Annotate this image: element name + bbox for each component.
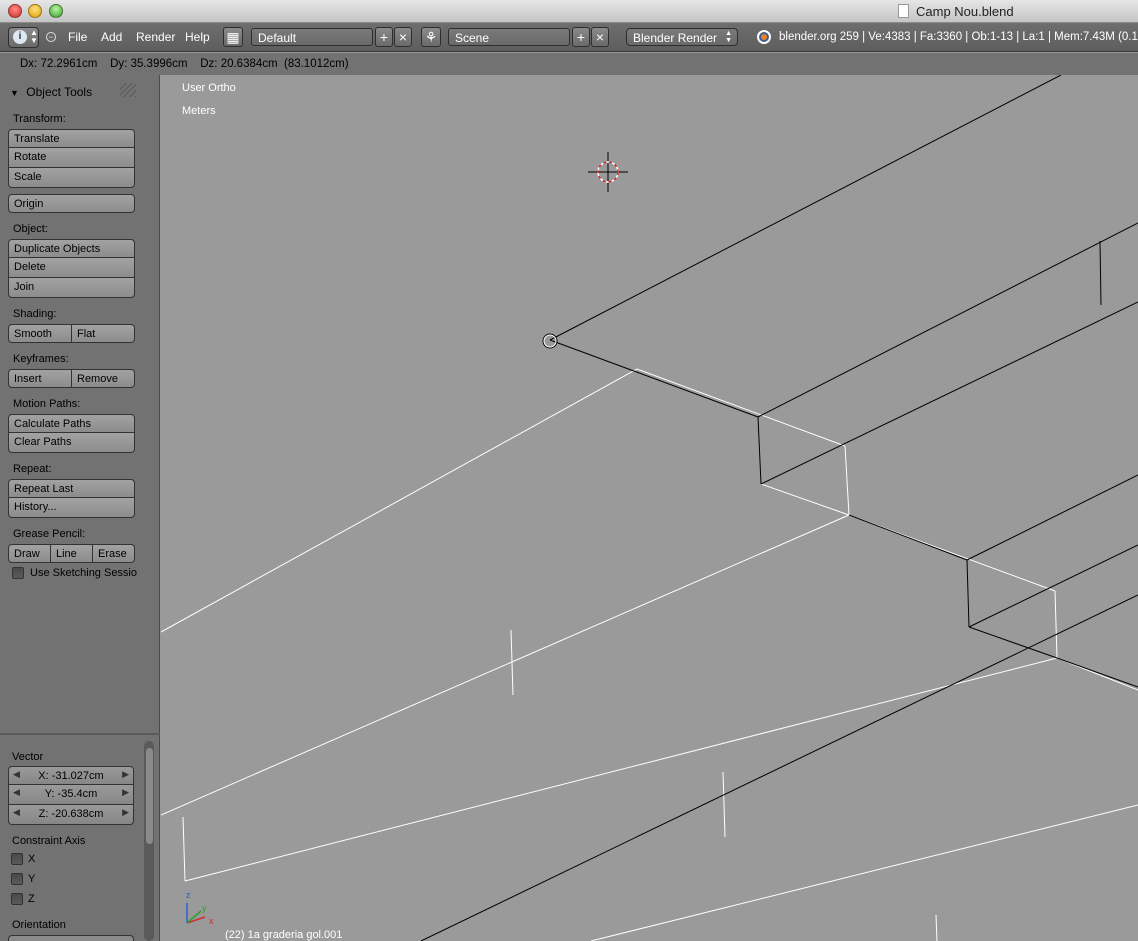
use-sketching-checkbox[interactable] (12, 567, 24, 579)
view-name: User Ortho (182, 82, 236, 94)
remove-keyframe-button[interactable]: Remove (72, 369, 135, 388)
flat-button[interactable]: Flat (72, 324, 135, 343)
increment-arrow-icon[interactable]: ▶ (122, 769, 129, 780)
operator-status-bar: Dx: 72.2961cm Dy: 35.3996cm Dz: 20.6384c… (0, 53, 1138, 75)
axis-y-label: y (202, 903, 207, 913)
grease-pencil-row: Draw Line Erase (8, 544, 135, 563)
vector-z-field[interactable]: ◀ Z: -20.638cm ▶ (8, 805, 134, 825)
delete-scene-icon[interactable]: × (591, 27, 609, 47)
panel-drag-handle-icon[interactable] (120, 83, 136, 97)
draw-button[interactable]: Draw (8, 544, 51, 563)
constraint-x-checkbox[interactable] (11, 853, 23, 865)
join-button[interactable]: Join (8, 278, 135, 298)
insert-keyframe-button[interactable]: Insert (8, 369, 72, 388)
panel-scrollbar-thumb[interactable] (146, 748, 153, 844)
decrement-arrow-icon[interactable]: ◀ (13, 807, 20, 818)
menu-render[interactable]: Render (136, 30, 175, 44)
constraint-y-checkbox[interactable] (11, 873, 23, 885)
editor-type-selector[interactable]: i ▲ ▼ (8, 27, 39, 48)
tool-shelf: ▼ Object Tools Transform: Translate Rota… (0, 75, 160, 941)
panel-separator (0, 733, 160, 735)
render-engine-dropdown[interactable]: Blender Render ▲ ▼ (626, 28, 738, 46)
delete-button[interactable]: Delete (8, 258, 135, 278)
constraint-x-label: X (28, 853, 36, 865)
constraint-z-label: Z (28, 893, 35, 905)
render-engine-label: Blender Render (633, 31, 718, 45)
orientation-dropdown[interactable] (8, 935, 134, 941)
blender-logo-icon (757, 30, 771, 44)
scene-icon[interactable]: ⚘ (421, 27, 441, 47)
scale-button[interactable]: Scale (8, 168, 135, 188)
axis-x-label: x (209, 916, 214, 926)
wireframe-mesh (161, 75, 1138, 941)
add-screen-icon[interactable]: + (375, 27, 393, 47)
info-icon: i (13, 30, 27, 44)
clear-paths-button[interactable]: Clear Paths (8, 433, 135, 453)
shading-label: Shading: (13, 308, 57, 320)
vector-y-field[interactable]: ◀ Y: -35.4cm ▶ (8, 785, 134, 805)
constraint-z-checkbox[interactable] (11, 893, 23, 905)
vector-z-value: Z: -20.638cm (38, 808, 104, 820)
info-header: i ▲ ▼ − File Add Render Help ▦ Default + … (0, 23, 1138, 52)
minimize-window-button[interactable] (28, 4, 42, 18)
updown-arrows-icon: ▲ ▼ (30, 28, 38, 45)
increment-arrow-icon[interactable]: ▶ (122, 787, 129, 798)
calculate-paths-button[interactable]: Calculate Paths (8, 414, 135, 433)
window-title: Camp Nou.blend (916, 4, 1014, 19)
active-object-info: (22) 1a graderia gol.001 (225, 929, 343, 941)
dropdown-arrows-icon: ▲ ▼ (725, 30, 732, 44)
menu-add[interactable]: Add (101, 30, 122, 44)
translate-button[interactable]: Translate (8, 129, 135, 148)
window-titlebar: Camp Nou.blend (0, 0, 1138, 23)
3d-viewport[interactable]: User Ortho Meters z y x (22) 1a graderia… (161, 75, 1138, 941)
increment-arrow-icon[interactable]: ▶ (122, 807, 129, 818)
constraint-y-label: Y (28, 873, 36, 885)
menu-file[interactable]: File (68, 30, 87, 44)
translate-delta-readout: Dx: 72.2961cm Dy: 35.3996cm Dz: 20.6384c… (20, 58, 349, 70)
keyframes-row: Insert Remove (8, 369, 135, 388)
object-tools-title: Object Tools (26, 85, 93, 99)
vector-label: Vector (12, 751, 44, 763)
erase-button[interactable]: Erase (93, 544, 135, 563)
motion-paths-label: Motion Paths: (13, 398, 81, 410)
shading-row: Smooth Flat (8, 324, 135, 343)
history-button[interactable]: History... (8, 498, 135, 518)
origin-button[interactable]: Origin (8, 194, 135, 213)
decrement-arrow-icon[interactable]: ◀ (13, 769, 20, 780)
vector-x-field[interactable]: ◀ X: -31.027cm ▶ (8, 766, 134, 785)
screen-layout-icon[interactable]: ▦ (223, 27, 243, 47)
object-tools-panel-header[interactable]: ▼ Object Tools (10, 85, 92, 99)
zoom-window-button[interactable] (49, 4, 63, 18)
close-window-button[interactable] (8, 4, 22, 18)
add-scene-icon[interactable]: + (572, 27, 590, 47)
rotate-button[interactable]: Rotate (8, 148, 135, 168)
disclosure-triangle-icon: ▼ (10, 88, 19, 98)
3d-cursor-icon (588, 152, 628, 192)
menu-help[interactable]: Help (185, 30, 210, 44)
units-label: Meters (182, 105, 216, 117)
keyframes-label: Keyframes: (13, 353, 69, 365)
repeat-last-button[interactable]: Repeat Last (8, 479, 135, 498)
scene-stats: blender.org 259 | Ve:4383 | Fa:3360 | Ob… (779, 31, 1138, 43)
duplicate-objects-button[interactable]: Duplicate Objects (8, 239, 135, 258)
decrement-arrow-icon[interactable]: ◀ (13, 787, 20, 798)
constraint-axis-label: Constraint Axis (12, 835, 86, 847)
scene-field[interactable]: Scene (448, 28, 570, 46)
document-icon (898, 4, 909, 18)
axis-z-label: z (186, 890, 191, 900)
use-sketching-label: Use Sketching Sessio (30, 567, 137, 579)
orientation-label: Orientation (12, 919, 66, 931)
transform-label: Transform: (13, 113, 66, 125)
vector-y-value: Y: -35.4cm (44, 788, 98, 800)
smooth-button[interactable]: Smooth (8, 324, 72, 343)
repeat-label: Repeat: (13, 463, 52, 475)
object-label: Object: (13, 223, 48, 235)
collapse-menus-button[interactable]: − (46, 32, 56, 42)
vector-x-value: X: -31.027cm (38, 770, 104, 782)
grease-pencil-label: Grease Pencil: (13, 528, 86, 540)
delete-screen-icon[interactable]: × (394, 27, 412, 47)
screen-layout-field[interactable]: Default (251, 28, 373, 46)
line-button[interactable]: Line (51, 544, 93, 563)
